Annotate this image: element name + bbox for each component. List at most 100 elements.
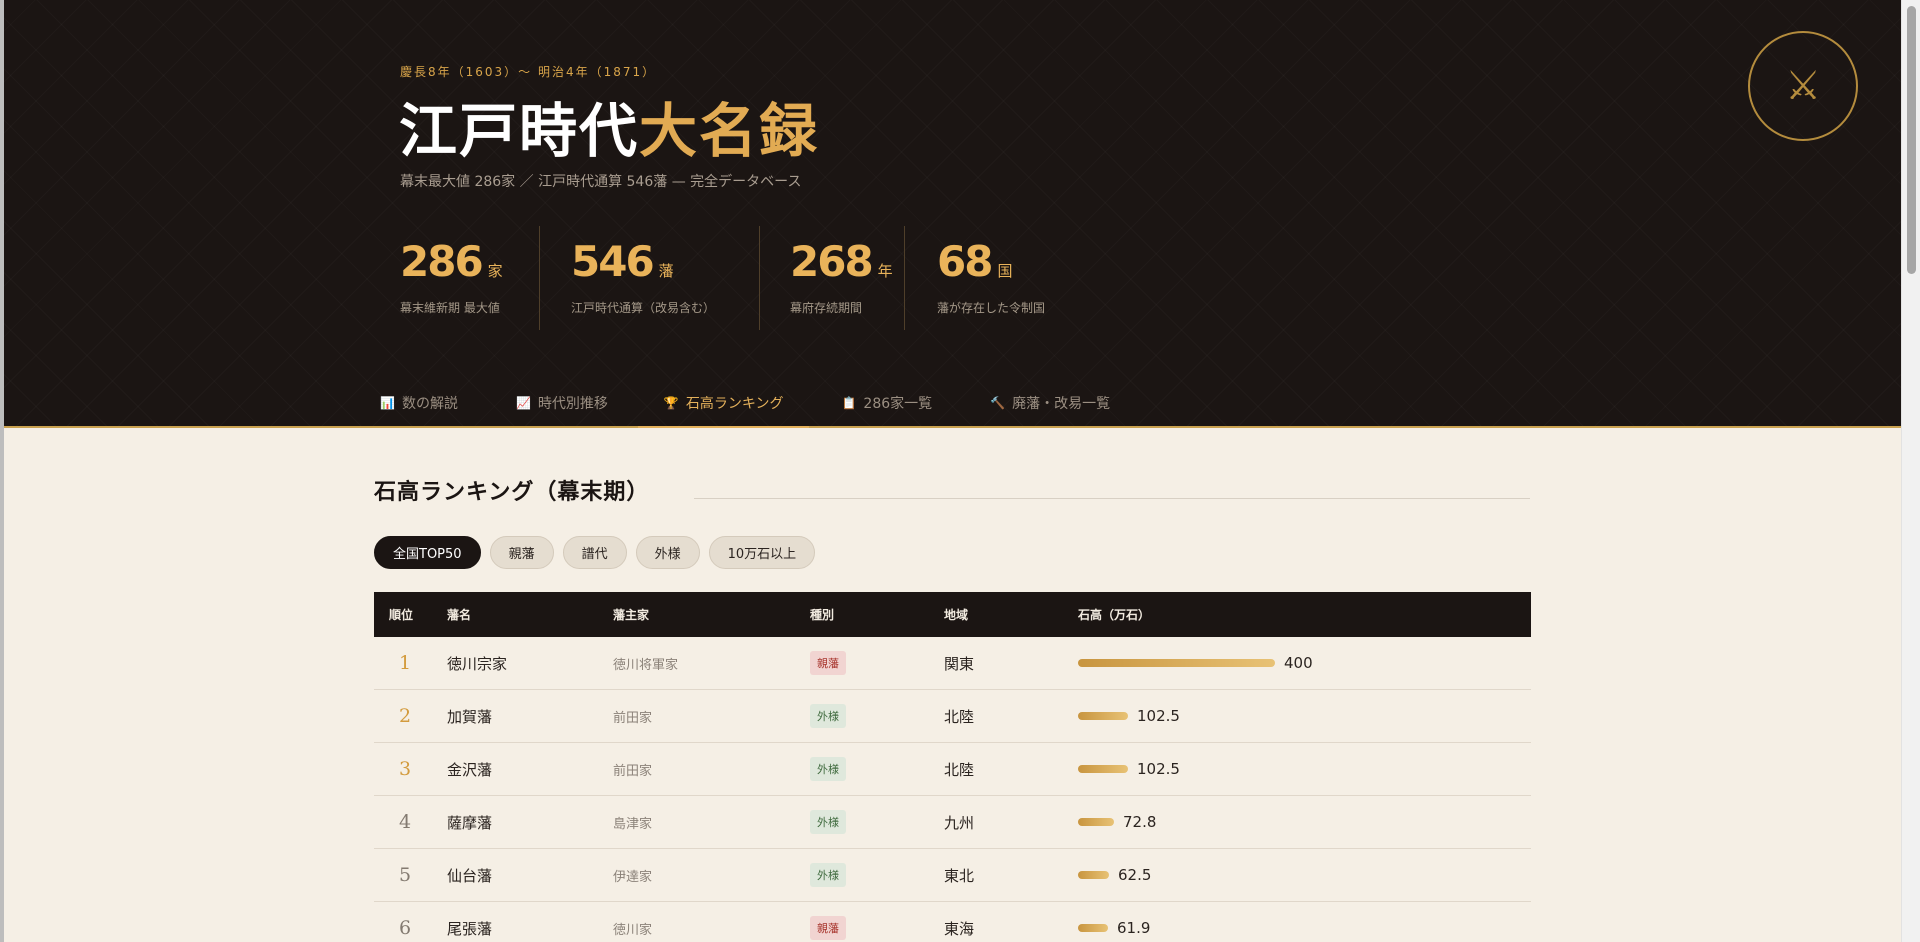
scrollbar[interactable] [1901, 0, 1920, 942]
page-subtitle: 幕末最大値 286家 ／ 江戸時代通算 546藩 — 完全データベース [400, 174, 802, 190]
rank-number: 4 [398, 811, 412, 833]
main-tabs: 📊 数の解説 📈 時代別推移 🏆 石高ランキング 📋 286家一覧 🔨 廃藩・改易一覧 [378, 378, 1166, 428]
header-domain: 藩名 [447, 608, 472, 622]
header-lord: 藩主家 [613, 608, 650, 622]
lord-family: 徳川家 [613, 922, 653, 938]
tab-label: 廃藩・改易一覧 [1012, 396, 1111, 412]
lord-family: 島津家 [613, 816, 653, 832]
hero-header: 慶長8年（1603）〜 明治4年（1871） 江戸時代大名録 幕末最大値 286… [4, 0, 1901, 428]
tab-list[interactable]: 📋 286家一覧 [839, 378, 960, 428]
trophy-icon: 🏆 [663, 396, 679, 410]
lord-family: 前田家 [613, 763, 653, 779]
rank-number: 6 [398, 917, 412, 939]
rank-number: 3 [398, 758, 412, 780]
type-badge: 親藩 [810, 916, 846, 940]
stat-number: 68 [937, 237, 993, 286]
window-edge [0, 0, 4, 942]
koku-bar [1078, 765, 1128, 773]
type-badge: 外様 [810, 704, 846, 728]
filter-shinpan[interactable]: 親藩 [489, 536, 554, 569]
tab-trend[interactable]: 📈 時代別推移 [514, 378, 636, 428]
filter-fudai[interactable]: 譜代 [562, 536, 627, 569]
stat-unit: 年 [877, 262, 893, 280]
rank-number: 1 [398, 652, 412, 674]
stat-clans: 286 家 幕末維新期 最大値 [400, 236, 503, 316]
scrollbar-thumb[interactable] [1907, 6, 1916, 274]
filter-top50[interactable]: 全国TOP50 [374, 536, 481, 569]
tab-label: 時代別推移 [537, 396, 608, 412]
tab-label: 石高ランキング [685, 396, 784, 412]
table-row[interactable]: 1 徳川宗家 徳川将軍家 親藩 関東 400 [374, 637, 1531, 690]
region: 東北 [944, 866, 975, 885]
koku-value: 72.8 [1123, 813, 1157, 831]
header-rank: 順位 [389, 608, 414, 622]
type-badge: 外様 [810, 810, 846, 834]
tab-explanation[interactable]: 📊 数の解説 [378, 378, 486, 428]
table-row[interactable]: 3 金沢藩 前田家 外様 北陸 102.5 [374, 743, 1531, 796]
rank-number: 5 [398, 864, 412, 886]
list-icon: 📋 [841, 396, 857, 410]
filter-tozama[interactable]: 外様 [635, 536, 700, 569]
header-koku: 石高（万石） [1078, 608, 1151, 622]
page-title: 江戸時代大名録 [399, 96, 819, 166]
section-title: 石高ランキング（幕末期） [374, 479, 650, 505]
crossed-swords-icon: ⚔ [1748, 31, 1858, 141]
header-region: 地域 [944, 608, 969, 622]
region: 関東 [944, 654, 975, 673]
table-body: 1 徳川宗家 徳川将軍家 親藩 関東 400 2 加賀藩 前田家 外様 北陸 102.5 3 金沢藩 前田家… [374, 637, 1531, 942]
domain-name: 金沢藩 [447, 760, 493, 779]
koku-bar [1078, 818, 1114, 826]
table-row[interactable]: 6 尾張藩 徳川家 親藩 東海 61.9 [374, 902, 1531, 942]
region: 九州 [944, 813, 975, 832]
stat-label: 幕末維新期 最大値 [400, 301, 500, 315]
chart-icon: 📊 [380, 396, 395, 410]
tab-abolished[interactable]: 🔨 廃藩・改易一覧 [988, 378, 1138, 428]
hammer-icon: 🔨 [990, 396, 1006, 410]
koku-bar [1078, 924, 1108, 932]
region: 北陸 [944, 760, 975, 779]
stat-domains: 546 藩 江戸時代通算（改易含む） [571, 236, 715, 316]
stat-label: 藩が存在した令制国 [937, 301, 1046, 315]
stat-number: 546 [571, 237, 655, 286]
type-badge: 外様 [810, 863, 846, 887]
stat-divider [904, 226, 905, 330]
table-row[interactable]: 5 仙台藩 伊達家 外様 東北 62.5 [374, 849, 1531, 902]
domain-name: 徳川宗家 [447, 654, 508, 673]
stat-label: 幕府存続期間 [790, 301, 863, 315]
domain-name: 加賀藩 [447, 707, 493, 726]
lord-family: 徳川将軍家 [613, 657, 679, 673]
title-accent: 大名録 [639, 97, 820, 165]
section-divider [694, 498, 1530, 499]
table-row[interactable]: 2 加賀藩 前田家 外様 北陸 102.5 [374, 690, 1531, 743]
filter-over-100k[interactable]: 10万石以上 [708, 536, 816, 569]
table-header: 順位 藩名 藩主家 種別 地域 石高（万石） [374, 592, 1531, 637]
stat-label: 江戸時代通算（改易含む） [571, 301, 716, 315]
type-badge: 親藩 [810, 651, 846, 675]
domain-name: 仙台藩 [447, 866, 493, 885]
rank-number: 2 [398, 705, 412, 727]
stat-divider [539, 226, 540, 330]
koku-bar [1078, 871, 1109, 879]
tab-ranking[interactable]: 🏆 石高ランキング [637, 378, 810, 428]
region: 北陸 [944, 707, 975, 726]
lord-family: 前田家 [613, 710, 653, 726]
tab-label: 286家一覧 [863, 396, 933, 412]
table-row[interactable]: 4 薩摩藩 島津家 外様 九州 72.8 [374, 796, 1531, 849]
type-badge: 外様 [810, 757, 846, 781]
stat-unit: 家 [487, 262, 503, 280]
stat-unit: 国 [997, 262, 1013, 280]
header-type: 種別 [810, 608, 835, 622]
ranking-table: 順位 藩名 藩主家 種別 地域 石高（万石） 1 徳川宗家 徳川将軍家 親藩 関東 400… [374, 592, 1531, 942]
title-main: 江戸時代 [399, 97, 640, 165]
koku-bar [1078, 712, 1128, 720]
koku-bar [1078, 659, 1275, 667]
koku-value: 62.5 [1118, 866, 1152, 884]
filter-bar: 全国TOP50 親藩 譜代 外様 10万石以上 [374, 536, 816, 569]
stat-number: 268 [790, 237, 874, 286]
koku-value: 102.5 [1137, 760, 1180, 778]
stat-provinces: 68 国 藩が存在した令制国 [937, 236, 1045, 316]
domain-name: 尾張藩 [447, 919, 493, 938]
lord-family: 伊達家 [613, 869, 653, 885]
trend-icon: 📈 [515, 396, 531, 410]
stat-unit: 藩 [658, 262, 674, 280]
